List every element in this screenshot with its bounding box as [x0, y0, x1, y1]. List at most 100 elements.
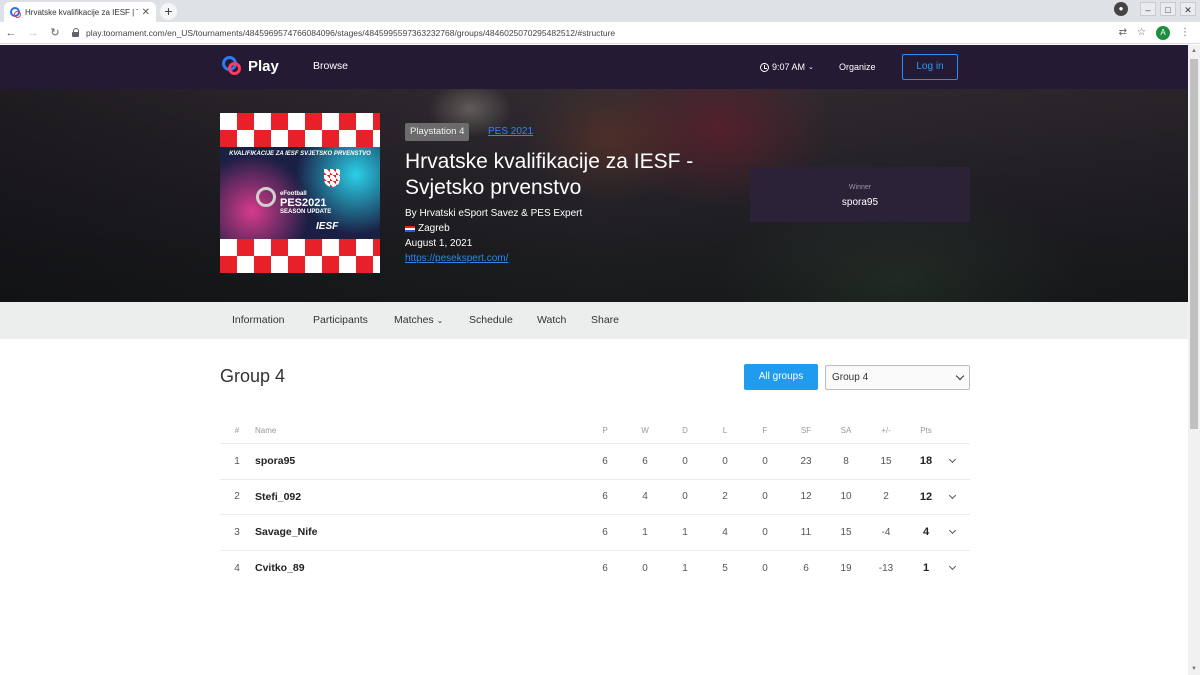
header-played: P: [602, 426, 608, 435]
page-scrollbar[interactable]: ▲ ▼: [1188, 45, 1200, 675]
tab-information[interactable]: Information: [232, 314, 285, 326]
expand-row-button[interactable]: [944, 480, 960, 515]
tab-watch[interactable]: Watch: [537, 314, 566, 326]
reload-button[interactable]: ↻: [44, 23, 66, 43]
close-window-button[interactable]: ✕: [1180, 2, 1196, 16]
bookmark-star-icon[interactable]: ☆: [1137, 27, 1146, 38]
address-bar[interactable]: play.toornament.com/en_US/tournaments/48…: [72, 24, 1119, 42]
maximize-button[interactable]: □: [1160, 2, 1176, 16]
all-groups-button[interactable]: All groups: [744, 364, 818, 390]
score-against-cell: 15: [840, 526, 852, 538]
expand-row-button[interactable]: [944, 515, 960, 550]
translate-icon[interactable]: ⇄: [1119, 27, 1127, 38]
points-cell: 1: [922, 562, 930, 575]
winner-label: Winner: [848, 184, 872, 191]
browser-toolbar: ← → ↻ play.toornament.com/en_US/tourname…: [0, 22, 1200, 44]
chevron-down-icon: [948, 563, 956, 571]
losses-cell: 4: [722, 526, 728, 538]
window-controls: ● – □ ✕: [1114, 2, 1196, 16]
forfeits-cell: 0: [762, 455, 768, 467]
wins-cell: 1: [642, 526, 648, 538]
tab-matches[interactable]: Matches ⌄: [394, 314, 443, 326]
cover-caption: KVALIFIKACIJE ZA IESF SVJETSKO PRVENSTVO: [229, 151, 371, 157]
header-points: Pts: [920, 426, 932, 435]
difference-cell: -4: [881, 526, 891, 538]
losses-cell: 0: [722, 455, 728, 467]
new-tab-button[interactable]: +: [160, 3, 177, 20]
losses-cell: 5: [722, 562, 728, 574]
forward-button[interactable]: →: [22, 23, 44, 43]
expand-row-button[interactable]: [944, 551, 960, 587]
tab-title: Hrvatske kvalifikacije za IESF | To...: [25, 7, 138, 17]
tournament-subnav: Information Participants Matches ⌄ Sched…: [0, 302, 1188, 339]
incognito-icon[interactable]: ●: [1114, 2, 1128, 16]
lock-icon: [72, 28, 80, 37]
minimize-button[interactable]: –: [1140, 2, 1156, 16]
table-header-row: # Name P W D L F SF SA +/- Pts: [220, 418, 970, 444]
tab-share[interactable]: Share: [591, 314, 619, 326]
score-against-cell: 19: [840, 562, 852, 574]
difference-cell: 2: [883, 491, 889, 503]
rank-cell: 4: [234, 562, 240, 574]
header-losses: L: [722, 426, 728, 435]
back-button[interactable]: ←: [0, 23, 22, 43]
tab-participants[interactable]: Participants: [313, 314, 368, 326]
browser-tab[interactable]: Hrvatske kvalifikacije za IESF | To... ✕: [4, 2, 156, 22]
header-score-for: SF: [800, 426, 812, 435]
header-score-against: SA: [840, 426, 852, 435]
tab-schedule[interactable]: Schedule: [469, 314, 513, 326]
wins-cell: 0: [642, 562, 648, 574]
cover-game: PES2021: [280, 197, 327, 209]
group-select[interactable]: Group 4: [825, 365, 970, 390]
score-for-cell: 11: [800, 526, 812, 538]
table-row[interactable]: 3 Savage_Nife 6 1 1 4 0 11 15 -4 4: [220, 515, 970, 551]
login-button[interactable]: Log in: [902, 54, 958, 80]
chevron-down-icon: [948, 491, 956, 499]
expand-row-button[interactable]: [944, 444, 960, 479]
game-link[interactable]: PES 2021: [488, 126, 533, 137]
toornament-favicon-icon: [10, 7, 21, 18]
scroll-up-arrow-icon[interactable]: ▲: [1188, 45, 1200, 57]
cover-partner: IESF: [316, 221, 339, 232]
table-row[interactable]: 2 Stefi_092 6 4 0 2 0 12 10 2 12: [220, 480, 970, 515]
play-logo[interactable]: Play: [222, 56, 279, 76]
clock-icon: [760, 62, 769, 72]
close-tab-icon[interactable]: ✕: [142, 7, 150, 18]
browser-tabstrip: Hrvatske kvalifikacije za IESF | To... ✕…: [0, 0, 1200, 22]
scroll-down-arrow-icon[interactable]: ▼: [1188, 663, 1200, 675]
logo-text: Play: [248, 57, 279, 75]
score-for-cell: 6: [803, 562, 809, 574]
chevron-down-icon: [955, 371, 965, 381]
difference-cell: 15: [880, 455, 892, 467]
table-row[interactable]: 4 Cvitko_89 6 0 1 5 0 6 19 -13 1: [220, 551, 970, 587]
tournament-title: Hrvatske kvalifikacije za IESF - Svjetsk…: [405, 150, 694, 199]
points-cell: 18: [919, 455, 933, 468]
tab-matches-label: Matches: [394, 314, 434, 326]
toolbar-actions: ⇄ ☆ A ⋮: [1119, 25, 1200, 40]
nav-browse-link[interactable]: Browse: [313, 60, 348, 72]
menu-icon[interactable]: ⋮: [1180, 27, 1190, 38]
timezone-dropdown[interactable]: 9:07 AM ⌄: [760, 62, 814, 72]
tournament-date: August 1, 2021: [405, 238, 473, 249]
score-for-cell: 12: [800, 491, 812, 503]
table-row[interactable]: 1 spora95 6 6 0 0 0 23 8 15 18: [220, 444, 970, 480]
chevron-down-icon: [948, 527, 956, 535]
tournament-cover-image: KVALIFIKACIJE ZA IESF SVJETSKO PRVENSTVO…: [220, 113, 380, 273]
croatia-shield-icon: [324, 169, 340, 187]
score-for-cell: 23: [800, 455, 812, 467]
participant-name: Stefi_092: [255, 490, 302, 503]
draws-cell: 0: [682, 491, 688, 503]
nav-organize-link[interactable]: Organize: [839, 62, 876, 72]
url-text: play.toornament.com/en_US/tournaments/48…: [86, 27, 616, 38]
website-link[interactable]: https://pesekspert.com/: [405, 253, 508, 264]
rank-cell: 1: [234, 455, 240, 467]
participant-name: Cvitko_89: [255, 562, 305, 575]
scrollbar-thumb[interactable]: [1190, 59, 1198, 429]
current-time: 9:07 AM: [772, 62, 806, 72]
score-against-cell: 8: [843, 455, 849, 467]
logo-icon: [222, 56, 242, 76]
wins-cell: 6: [642, 455, 648, 467]
header-draws: D: [682, 426, 688, 435]
location: Zagreb: [405, 223, 450, 234]
profile-avatar[interactable]: A: [1156, 25, 1170, 40]
